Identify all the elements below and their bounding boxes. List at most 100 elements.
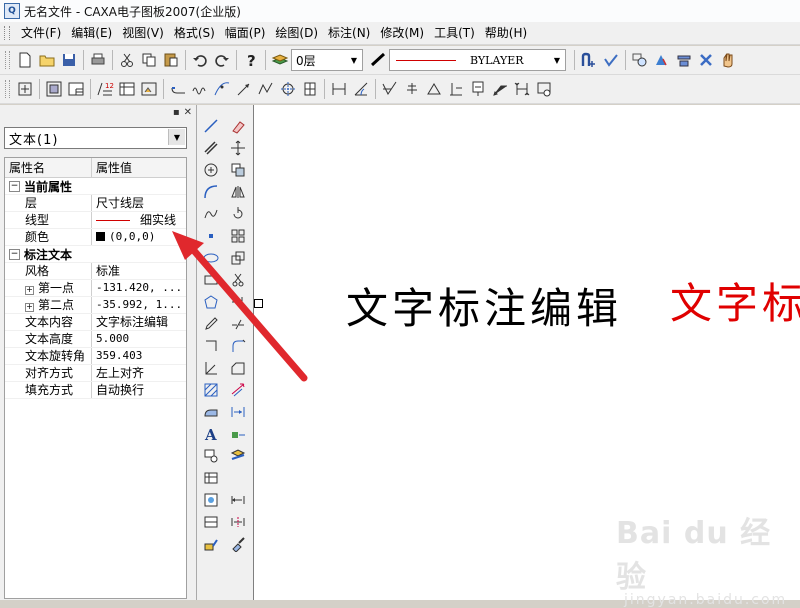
app-icon[interactable]: Q (4, 3, 20, 19)
parts-list-icon[interactable]: 12 (94, 78, 116, 100)
linetype-icon[interactable] (367, 49, 389, 71)
property-row-color[interactable]: 颜色 (0,0,0) (5, 229, 186, 246)
hook-curve-icon[interactable] (167, 78, 189, 100)
collapse-icon[interactable]: − (9, 248, 20, 260)
header-property-value[interactable]: 属性值 (92, 158, 186, 177)
tolerance-icon[interactable] (445, 78, 467, 100)
bezier-icon[interactable] (211, 78, 233, 100)
point-tool-icon[interactable] (200, 225, 222, 247)
property-row-first-point[interactable]: + 第一点 -131.420, ... (5, 280, 186, 297)
menu-file[interactable]: 文件(F) (16, 22, 66, 44)
print-icon[interactable] (87, 49, 109, 71)
move-tool-icon[interactable] (227, 137, 249, 159)
pin-icon[interactable]: ▪ (173, 107, 180, 118)
save-icon[interactable] (58, 49, 80, 71)
fill-tool-icon[interactable] (200, 401, 222, 423)
redo-icon[interactable] (211, 49, 233, 71)
group-annotation-text[interactable]: − 标注文本 (5, 246, 186, 263)
rectangle-tool-icon[interactable] (200, 269, 222, 291)
lengthen-tool-icon[interactable] (227, 379, 249, 401)
property-value[interactable]: 5.000 (92, 331, 186, 347)
property-row-linetype[interactable]: 线型 细实线 (5, 212, 186, 229)
toolbar-grip[interactable] (5, 51, 10, 69)
table-icon[interactable] (116, 78, 138, 100)
spline-tool-icon[interactable] (200, 203, 222, 225)
mirror-tool-icon[interactable] (227, 181, 249, 203)
circle-tool-icon[interactable] (200, 159, 222, 181)
property-value[interactable]: 尺寸线层 (92, 195, 186, 211)
polygon-tool-icon[interactable] (200, 291, 222, 313)
property-row-second-point[interactable]: + 第二点 -35.992, 1... (5, 297, 186, 314)
open-folder-icon[interactable] (36, 49, 58, 71)
property-row-style[interactable]: 风格 标准 (5, 263, 186, 280)
chevron-down-icon[interactable]: ▼ (549, 50, 565, 70)
section-icon[interactable] (511, 78, 533, 100)
angular-dimension-icon[interactable] (350, 78, 372, 100)
chamfer-tool-icon[interactable] (227, 357, 249, 379)
roughness-icon[interactable] (379, 78, 401, 100)
chevron-down-icon[interactable]: ▼ (168, 129, 185, 145)
ellipse-tool-icon[interactable] (200, 247, 222, 269)
angle-line-icon[interactable] (200, 357, 222, 379)
menu-format[interactable]: 格式(S) (169, 22, 220, 44)
pen-tool-icon[interactable] (200, 313, 222, 335)
help-icon[interactable]: ? (240, 49, 262, 71)
property-value[interactable]: (0,0,0) (92, 229, 186, 245)
property-row-height[interactable]: 文本高度 5.000 (5, 331, 186, 348)
erase-icon[interactable] (695, 49, 717, 71)
eraser-tool-icon[interactable] (227, 115, 249, 137)
detail-view-icon[interactable] (533, 78, 555, 100)
menu-help[interactable]: 帮助(H) (480, 22, 532, 44)
arrow-line-icon[interactable] (233, 78, 255, 100)
menu-dimension[interactable]: 标注(N) (323, 22, 375, 44)
property-row-rotation[interactable]: 文本旋转角 359.403 (5, 348, 186, 365)
polyline-icon[interactable] (255, 78, 277, 100)
extend-tool-icon[interactable] (227, 291, 249, 313)
format-brush-icon[interactable] (227, 533, 249, 555)
property-row-layer[interactable]: 层 尺寸线层 (5, 195, 186, 212)
property-value[interactable]: -35.992, 1... (92, 297, 186, 313)
align-tool-icon[interactable] (227, 401, 249, 423)
property-value[interactable]: 左上对齐 (92, 365, 186, 381)
color-select[interactable]: BYLAYER ▼ (389, 49, 566, 71)
leader-icon[interactable] (489, 78, 511, 100)
property-value[interactable]: 细实线 (92, 212, 186, 228)
property-row-content[interactable]: 文本内容 文字标注编辑 (5, 314, 186, 331)
frame-icon[interactable] (43, 78, 65, 100)
expand-icon[interactable]: + (25, 286, 34, 295)
line-tool-icon[interactable] (200, 115, 222, 137)
undo-icon[interactable] (189, 49, 211, 71)
toolbar-grip[interactable] (5, 80, 10, 98)
expand-icon[interactable]: + (25, 303, 34, 312)
fillet-tool-icon[interactable] (227, 335, 249, 357)
check-snap-icon[interactable] (600, 49, 622, 71)
stretch-tool-icon[interactable] (227, 423, 249, 445)
library-icon[interactable] (138, 78, 160, 100)
collapse-icon[interactable]: − (9, 180, 20, 192)
scale-tool-icon[interactable] (227, 247, 249, 269)
group-current-properties[interactable]: − 当前属性 (5, 178, 186, 195)
symbol-tool-icon[interactable] (200, 533, 222, 555)
cut-icon[interactable] (116, 49, 138, 71)
label-icon[interactable] (467, 78, 489, 100)
centerline-icon[interactable] (277, 78, 299, 100)
ole-object-icon[interactable] (200, 489, 222, 511)
property-value[interactable]: 文字标注编辑 (92, 314, 186, 330)
datum-icon[interactable] (401, 78, 423, 100)
selection-grip[interactable] (254, 299, 263, 308)
menu-edit[interactable]: 编辑(E) (66, 22, 117, 44)
mirror-view-icon[interactable] (651, 49, 673, 71)
rotate-tool-icon[interactable] (227, 203, 249, 225)
weld-icon[interactable] (423, 78, 445, 100)
new-file-icon[interactable] (14, 49, 36, 71)
annotation-text-red[interactable]: 文字标注 (670, 270, 800, 331)
pan-icon[interactable] (673, 49, 695, 71)
copy-icon[interactable] (138, 49, 160, 71)
layer-icon[interactable] (269, 49, 291, 71)
property-value[interactable]: 标准 (92, 263, 186, 279)
header-property-name[interactable]: 属性名 (5, 158, 92, 177)
text-tool-icon[interactable]: A (200, 423, 222, 445)
property-value[interactable]: -131.420, ... (92, 280, 186, 296)
dimension-adjust-icon[interactable] (227, 511, 249, 533)
annotation-text-black[interactable]: 文字标注编辑 (346, 275, 622, 336)
